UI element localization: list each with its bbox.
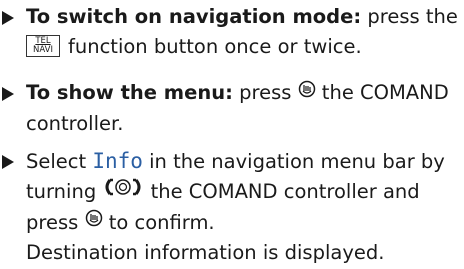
result-text: Destination information is displayed. xyxy=(26,241,385,264)
step-result: Destination information is displayed. xyxy=(26,238,464,268)
step-text: press xyxy=(26,210,79,234)
press-controller-icon xyxy=(85,206,103,236)
step-switch-navigation: To switch on navigation mode: press the … xyxy=(0,2,464,62)
bullet-arrow-icon xyxy=(2,87,14,101)
step-heading: To switch on navigation mode: xyxy=(26,5,362,28)
press-controller-icon xyxy=(298,77,316,107)
step-text: press xyxy=(232,81,292,104)
step-select-info: Select Info in the navigation menu bar b… xyxy=(0,146,464,268)
step-text: controller. xyxy=(26,111,124,135)
bullet-arrow-icon xyxy=(2,11,14,25)
step-text: press the xyxy=(361,5,458,28)
step-line-2: turning the COMAND controller and xyxy=(26,177,464,208)
step-text: function button once or twice. xyxy=(68,35,362,58)
tel-navi-key-icon: TEL NAVI xyxy=(26,34,60,57)
turn-controller-icon xyxy=(102,176,144,206)
step-line-2: TEL NAVI function button once or twice. xyxy=(26,32,464,62)
step-line-1: Select Info in the navigation menu bar b… xyxy=(26,146,464,177)
step-text: to confirm. xyxy=(102,210,215,234)
step-show-menu: To show the menu: press the COMAND contr… xyxy=(0,78,464,139)
step-line-1: To show the menu: press the COMAND xyxy=(26,78,464,109)
step-line-1: To switch on navigation mode: press the xyxy=(26,2,464,32)
bullet-arrow-icon xyxy=(2,155,14,169)
instruction-page: To switch on navigation mode: press the … xyxy=(0,0,464,269)
step-text: the COMAND xyxy=(315,81,449,104)
step-line-3: press to confirm. xyxy=(26,208,464,239)
info-menu-item: Info xyxy=(92,149,143,173)
step-text: turning xyxy=(26,180,97,203)
step-text: Select xyxy=(26,150,93,173)
step-text: in the navigation menu bar by xyxy=(142,150,445,173)
step-line-2: controller. xyxy=(26,109,464,139)
step-heading: To show the menu: xyxy=(26,81,233,104)
step-text: the COMAND controller and xyxy=(144,180,420,203)
